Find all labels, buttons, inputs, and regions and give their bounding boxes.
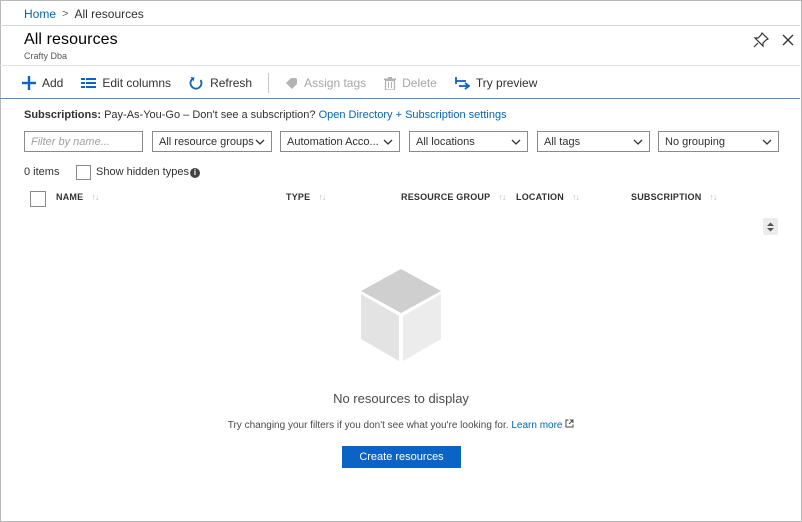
- learn-more-link[interactable]: Learn more: [511, 420, 562, 431]
- toolbar-separator: [268, 73, 270, 93]
- column-header-type[interactable]: TYPE ↑↓: [286, 192, 326, 202]
- column-header-subscription[interactable]: SUBSCRIPTION ↑↓: [631, 192, 717, 202]
- page-title: All resources: [24, 31, 118, 48]
- column-header-resource-group[interactable]: RESOURCE GROUP ↑↓: [401, 192, 506, 202]
- column-header-label: RESOURCE GROUP: [401, 192, 491, 202]
- breadcrumb-current: All resources: [74, 7, 144, 21]
- assign-tags-label: Assign tags: [304, 76, 367, 90]
- try-preview-label: Try preview: [475, 76, 538, 90]
- column-header-label: NAME: [56, 192, 84, 202]
- divider: [0, 65, 800, 66]
- breadcrumb-separator: >: [62, 8, 69, 20]
- tag-icon: [285, 77, 298, 90]
- resource-groups-dropdown[interactable]: All resource groups: [152, 131, 272, 152]
- add-button[interactable]: Add: [22, 71, 63, 95]
- divider: [0, 98, 800, 99]
- delete-label: Delete: [402, 76, 437, 90]
- refresh-icon: [189, 76, 204, 91]
- sort-icon: ↑↓: [318, 192, 326, 202]
- grouping-value: No grouping: [665, 135, 725, 148]
- swap-arrows-icon: [454, 76, 470, 91]
- sort-icon: ↑↓: [91, 192, 99, 202]
- refresh-button[interactable]: Refresh: [189, 71, 252, 95]
- subscriptions-text: Pay-As-You-Go – Don't see a subscription…: [104, 109, 316, 121]
- resource-type-value: Automation Acco...: [287, 135, 379, 148]
- column-header-label: SUBSCRIPTION: [631, 192, 702, 202]
- columns-icon: [81, 77, 97, 89]
- page-subtitle: Crafty Dba: [24, 51, 68, 61]
- empty-box-icon: [361, 269, 441, 361]
- select-all-checkbox[interactable]: [30, 191, 46, 207]
- empty-state-description: Try changing your filters if you don't s…: [0, 419, 802, 431]
- chevron-down-icon: [511, 139, 521, 145]
- chevron-down-icon: [762, 139, 772, 145]
- tags-value: All tags: [544, 135, 581, 148]
- resource-type-dropdown[interactable]: Automation Acco...: [280, 131, 400, 152]
- assign-tags-button[interactable]: Assign tags: [285, 71, 366, 95]
- empty-state-text: Try changing your filters if you don't s…: [227, 420, 509, 431]
- empty-state-title: No resources to display: [333, 391, 469, 406]
- sort-icon: ↑↓: [498, 192, 506, 202]
- show-hidden-types-checkbox[interactable]: [76, 165, 91, 180]
- edit-columns-button[interactable]: Edit columns: [81, 71, 171, 95]
- resource-groups-value: All resource groups: [159, 135, 254, 148]
- column-header-location[interactable]: LOCATION ↑↓: [516, 192, 580, 202]
- filter-name-placeholder: Filter by name...: [31, 135, 110, 148]
- create-resources-button[interactable]: Create resources: [342, 446, 461, 468]
- command-bar: Add Edit columns Refresh Assign tags Del…: [22, 71, 555, 95]
- breadcrumb-home-link[interactable]: Home: [24, 7, 56, 21]
- trash-icon: [384, 76, 397, 90]
- sort-icon: ↑↓: [709, 192, 717, 202]
- directory-settings-link[interactable]: Open Directory + Subscription settings: [319, 109, 507, 121]
- locations-value: All locations: [416, 135, 475, 148]
- breadcrumb: Home > All resources: [24, 7, 144, 21]
- locations-dropdown[interactable]: All locations: [409, 131, 528, 152]
- column-header-label: TYPE: [286, 192, 311, 202]
- sort-icon: ↑↓: [571, 192, 580, 202]
- pin-icon[interactable]: [752, 31, 770, 49]
- plus-icon: [22, 76, 36, 90]
- show-hidden-types-label: Show hidden types: [96, 166, 189, 178]
- delete-button[interactable]: Delete: [384, 71, 437, 95]
- edit-columns-label: Edit columns: [102, 76, 172, 90]
- info-icon[interactable]: i: [190, 168, 200, 178]
- chevron-down-icon: [633, 139, 643, 145]
- chevron-down-icon: [383, 139, 393, 145]
- item-count: 0 items: [24, 166, 60, 178]
- subscriptions-label: Subscriptions:: [24, 109, 102, 121]
- scroll-arrows-icon[interactable]: [763, 218, 778, 235]
- chevron-down-icon: [255, 139, 265, 145]
- refresh-label: Refresh: [210, 76, 253, 90]
- try-preview-button[interactable]: Try preview: [454, 71, 538, 95]
- external-link-icon: [565, 419, 574, 431]
- add-label: Add: [42, 76, 64, 90]
- grouping-dropdown[interactable]: No grouping: [658, 131, 779, 152]
- divider: [0, 25, 800, 26]
- tags-dropdown[interactable]: All tags: [537, 131, 650, 152]
- subscriptions-line: Subscriptions: Pay-As-You-Go – Don't see…: [24, 109, 507, 121]
- column-header-name[interactable]: NAME ↑↓: [56, 192, 99, 202]
- close-icon[interactable]: [779, 31, 797, 49]
- column-header-label: LOCATION: [516, 192, 564, 202]
- filter-name-input[interactable]: Filter by name...: [24, 131, 143, 152]
